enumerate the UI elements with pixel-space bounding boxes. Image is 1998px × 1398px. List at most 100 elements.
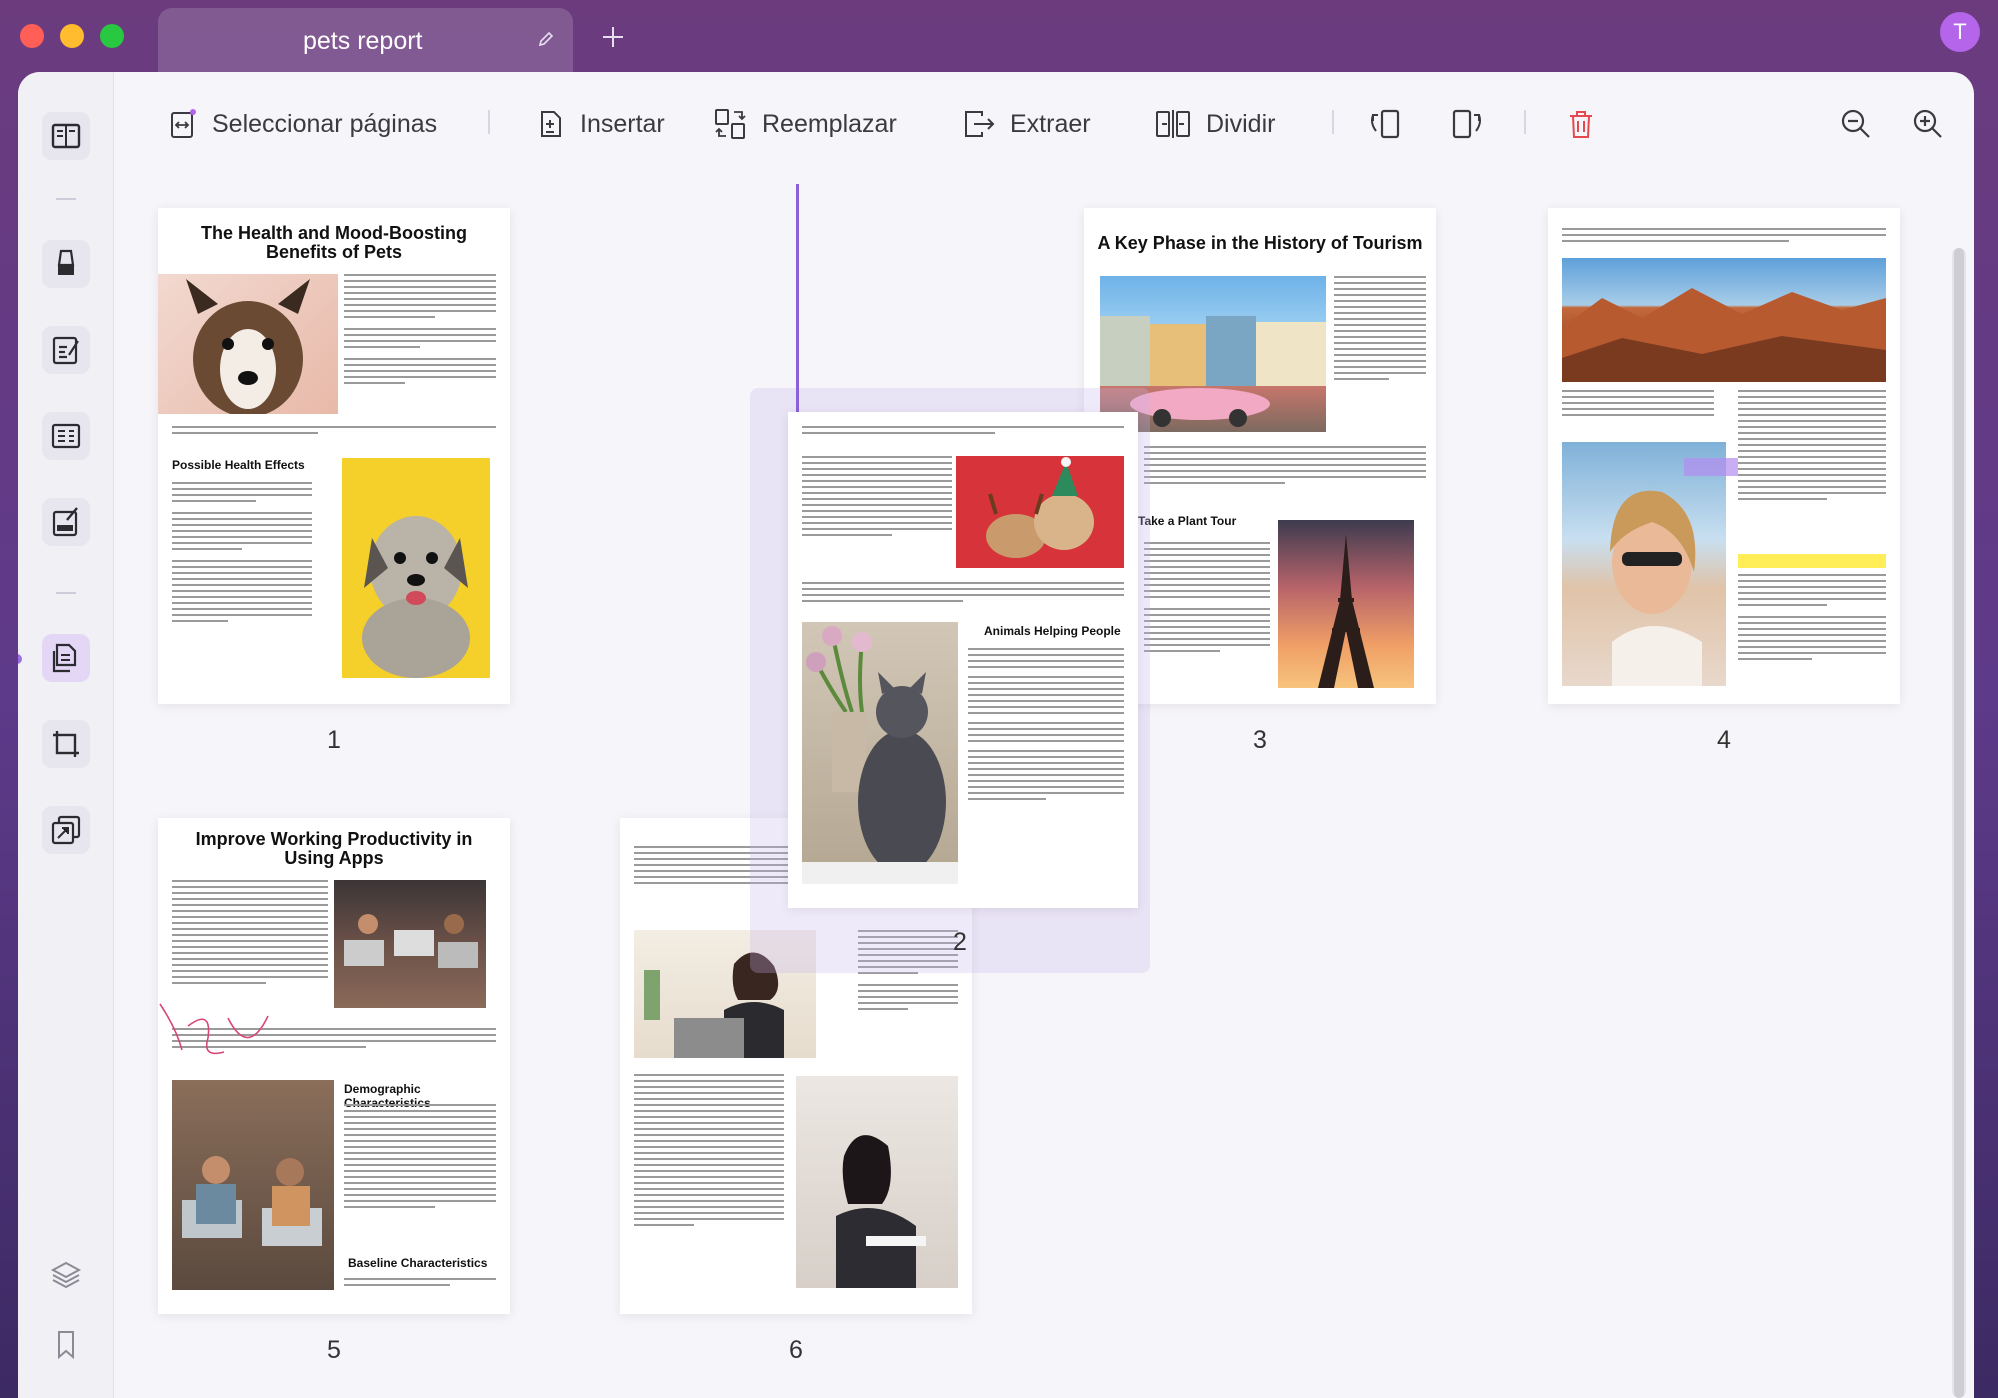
pencil-icon[interactable] xyxy=(537,30,555,53)
page-thumbnail-5[interactable]: Improve Working Productivity in Using Ap… xyxy=(158,818,510,1314)
compress-icon[interactable] xyxy=(42,806,90,854)
page-title: Improve Working Productivity in Using Ap… xyxy=(195,829,473,868)
document-tab[interactable]: pets report xyxy=(158,8,573,72)
zoom-out-button[interactable] xyxy=(1840,102,1872,146)
page-number: 2 xyxy=(953,928,967,956)
body-text xyxy=(802,456,952,540)
body-text xyxy=(344,274,496,388)
body-text xyxy=(1738,390,1886,504)
rotate-right-icon xyxy=(1452,109,1481,139)
extract-button[interactable]: Extraer xyxy=(962,102,1091,146)
active-indicator xyxy=(18,654,22,664)
woman-selfie-photo xyxy=(1562,442,1726,686)
dogs-christmas-photo xyxy=(956,456,1124,568)
split-page-icon xyxy=(1156,110,1190,138)
body-text xyxy=(172,426,496,438)
sidebar-divider xyxy=(56,592,76,594)
section-heading: Animals Helping People xyxy=(984,624,1121,638)
zoom-window-button[interactable] xyxy=(100,24,124,48)
scroll-thumb[interactable] xyxy=(1954,248,1964,1398)
handwriting-annotation xyxy=(159,1003,269,1055)
rotate-right-button[interactable] xyxy=(1448,102,1484,146)
toolbar-divider xyxy=(488,110,490,134)
bookmark-icon[interactable] xyxy=(42,1320,90,1368)
replace-page-icon xyxy=(715,109,746,139)
zoom-in-button[interactable] xyxy=(1912,102,1944,146)
replace-label: Reemplazar xyxy=(762,109,897,138)
page-thumbnail-1[interactable]: The Health and Mood-Boosting Benefits of… xyxy=(158,208,510,704)
avatar[interactable]: T xyxy=(1940,12,1980,52)
body-text xyxy=(172,482,312,626)
left-sidebar xyxy=(18,72,114,1398)
title-bar: pets report T xyxy=(0,0,1998,72)
select-pages-label: Seleccionar páginas xyxy=(212,109,438,138)
body-text xyxy=(802,426,1124,438)
page-number: 6 xyxy=(789,1336,803,1364)
cat-photo xyxy=(802,622,958,884)
toolbar-divider xyxy=(1332,110,1334,134)
body-text xyxy=(344,1104,496,1212)
body-text xyxy=(344,1278,496,1290)
page-toolbar: Seleccionar páginas Insertar Reemplazar … xyxy=(114,72,1974,176)
sign-document-icon[interactable] xyxy=(42,498,90,546)
body-text xyxy=(1562,390,1714,420)
rotate-left-icon xyxy=(1371,109,1400,139)
organize-pages-icon[interactable] xyxy=(42,634,90,682)
split-label: Dividir xyxy=(1206,109,1276,138)
form-icon[interactable] xyxy=(42,412,90,460)
coworkers-photo xyxy=(172,1080,334,1290)
selection-marker xyxy=(1684,458,1738,476)
layers-icon[interactable] xyxy=(42,1250,90,1298)
insert-page-icon xyxy=(541,111,561,137)
eiffel-tower-photo xyxy=(1278,520,1414,688)
toolbar-divider xyxy=(1524,110,1526,134)
page-number: 1 xyxy=(327,726,341,754)
body-text xyxy=(172,880,328,988)
add-tab-icon[interactable] xyxy=(600,24,626,55)
delete-button[interactable] xyxy=(1566,102,1596,146)
document-tab-title: pets report xyxy=(303,27,423,55)
insert-position-indicator xyxy=(796,184,799,412)
section-heading: Baseline Characteristics xyxy=(348,1256,488,1270)
body-text xyxy=(1334,276,1426,384)
extract-label: Extraer xyxy=(1010,109,1091,138)
sidebar-divider xyxy=(56,198,76,200)
select-pages-icon xyxy=(171,109,196,138)
page-title: The Health and Mood-Boosting Benefits of… xyxy=(201,223,467,262)
page-thumbnail-2-dragging[interactable]: Animals Helping People xyxy=(788,412,1138,908)
crop-icon[interactable] xyxy=(42,720,90,768)
trash-icon xyxy=(1570,111,1592,138)
insert-label: Insertar xyxy=(580,109,665,138)
page-number: 5 xyxy=(327,1336,341,1364)
zoom-out-icon xyxy=(1841,109,1870,138)
extract-page-icon xyxy=(965,111,995,137)
woman-writing-photo xyxy=(796,1076,958,1288)
reader-icon[interactable] xyxy=(42,112,90,160)
zoom-in-icon xyxy=(1913,109,1942,138)
body-text xyxy=(634,1074,784,1230)
section-heading: Take a Plant Tour xyxy=(1138,514,1237,528)
body-text xyxy=(1144,446,1426,488)
body-text xyxy=(1738,574,1886,664)
replace-button[interactable]: Reemplazar xyxy=(714,102,897,146)
dog-photo xyxy=(158,274,338,414)
rotate-left-button[interactable] xyxy=(1368,102,1404,146)
insert-button[interactable]: Insertar xyxy=(536,102,665,146)
page-number: 4 xyxy=(1717,726,1731,754)
body-text xyxy=(802,582,1124,606)
split-button[interactable]: Dividir xyxy=(1154,102,1275,146)
body-text xyxy=(1562,228,1886,246)
minimize-window-button[interactable] xyxy=(60,24,84,48)
highlighter-icon[interactable] xyxy=(42,240,90,288)
vertical-scrollbar[interactable] xyxy=(1952,248,1966,1398)
select-pages-button[interactable]: Seleccionar páginas xyxy=(168,102,437,146)
office-photo xyxy=(334,880,486,1008)
edit-document-icon[interactable] xyxy=(42,326,90,374)
close-window-button[interactable] xyxy=(20,24,44,48)
body-text xyxy=(968,648,1124,804)
text-highlight xyxy=(1738,554,1886,568)
body-text xyxy=(1144,542,1270,656)
page-thumbnail-4[interactable] xyxy=(1548,208,1900,704)
section-heading: Possible Health Effects xyxy=(172,458,305,472)
canyon-photo xyxy=(1562,258,1886,382)
